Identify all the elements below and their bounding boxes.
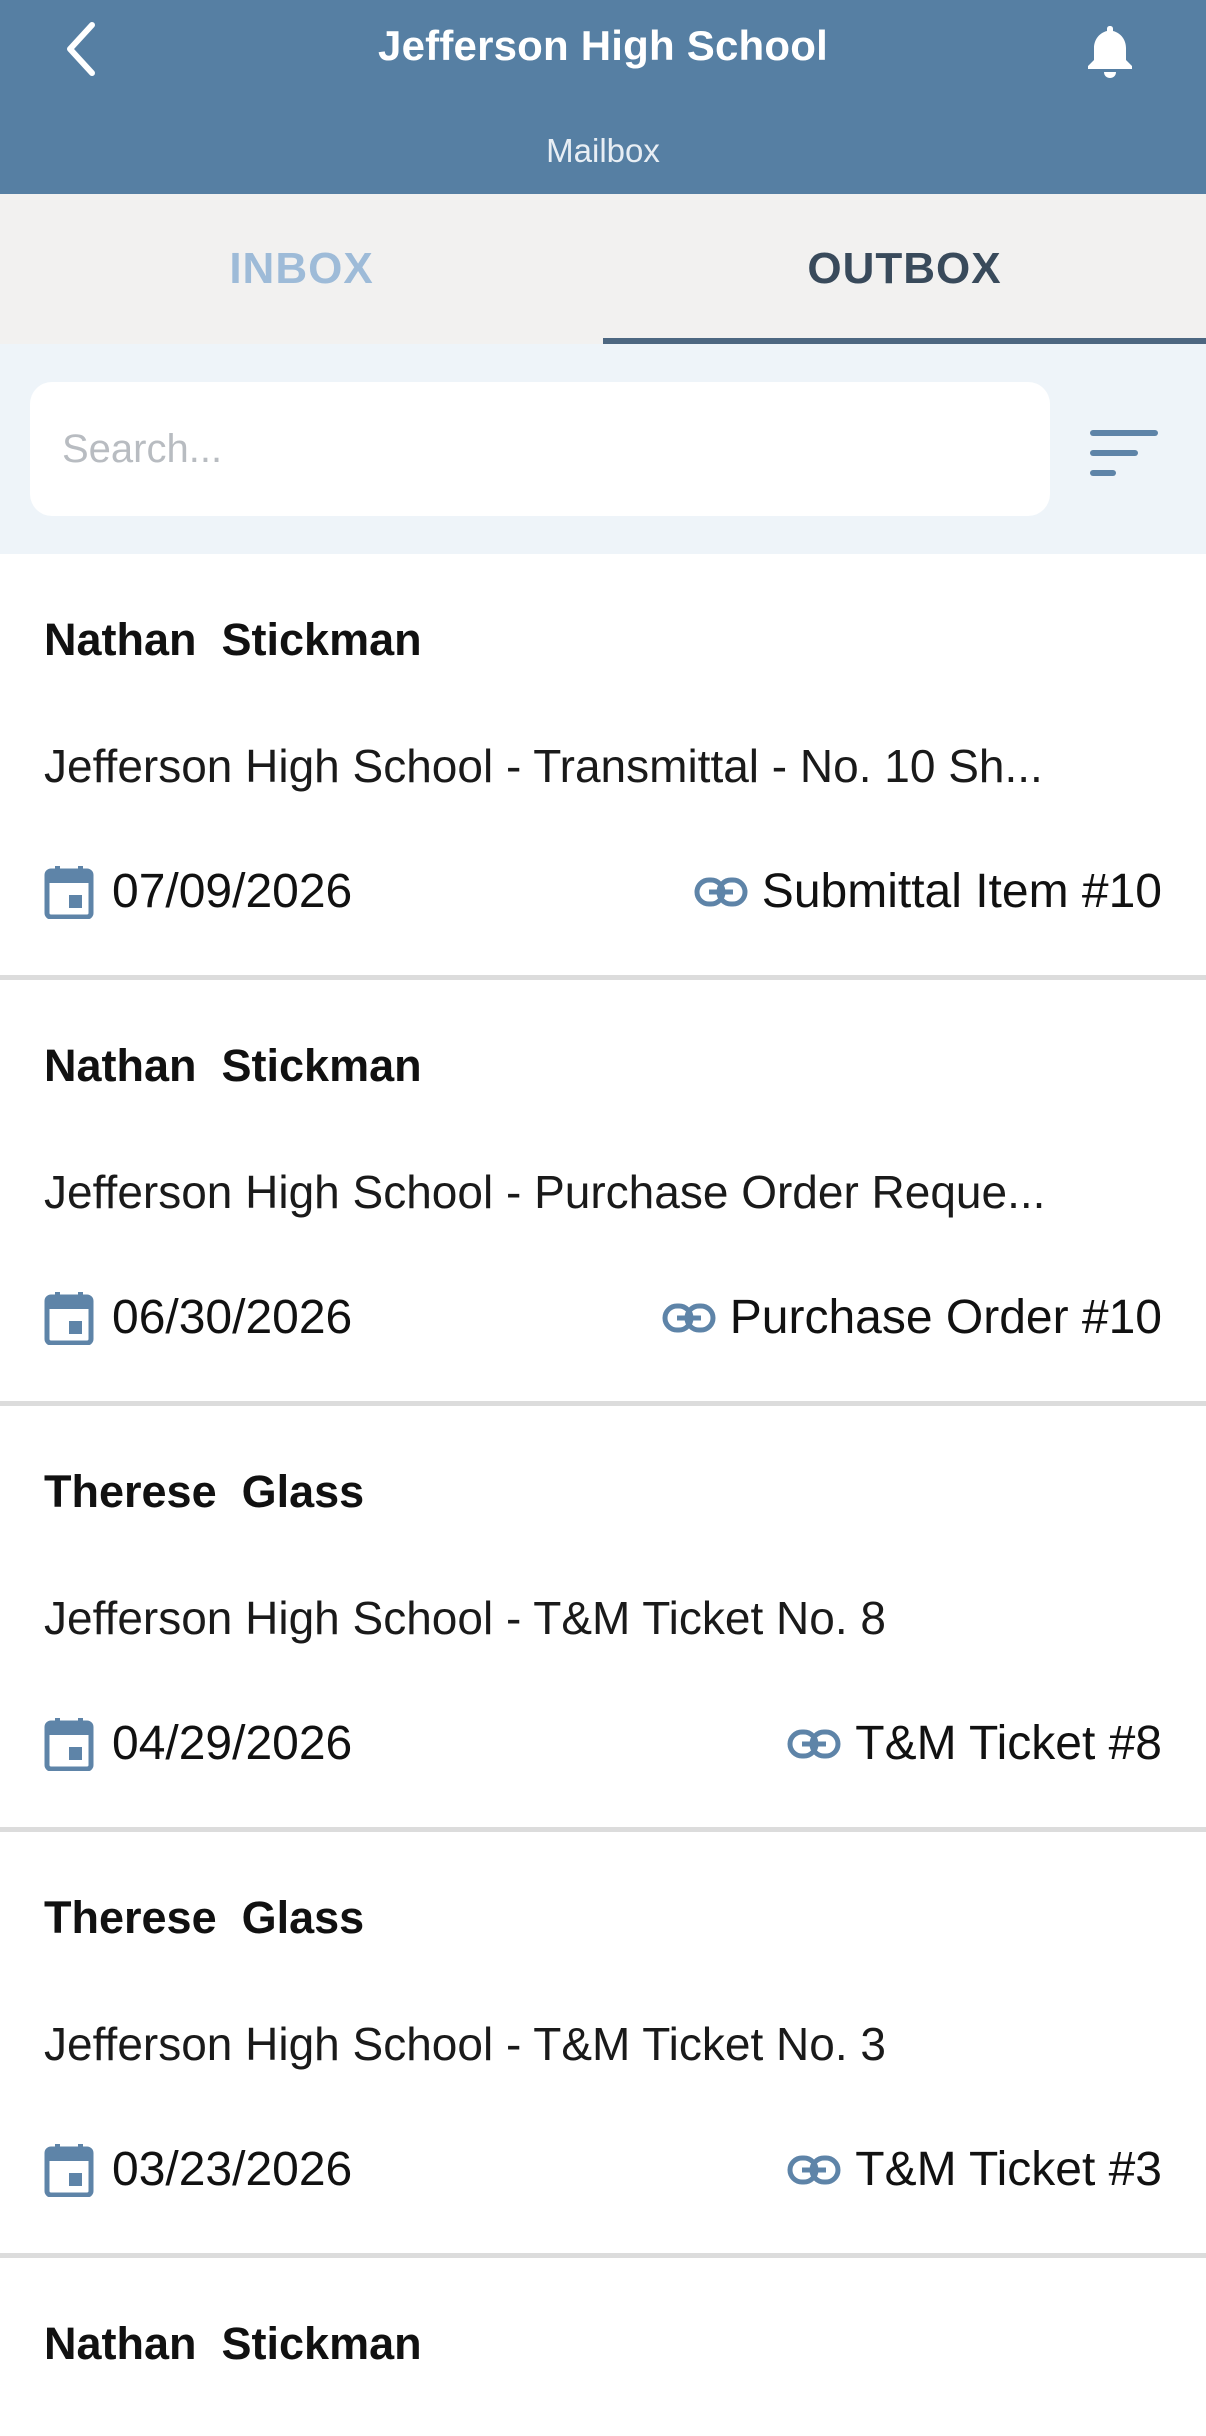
message-date: 07/09/2026	[112, 865, 353, 918]
app-header: Jefferson High School Mailbox	[0, 0, 1206, 194]
link-icon	[787, 2155, 841, 2184]
message-subject: Jefferson High School - T&M Ticket No. 8	[44, 1592, 886, 1644]
link-icon	[787, 1729, 841, 1758]
message-sender: Therese Glass	[44, 1892, 365, 1943]
message-date-group: 06/30/2026	[44, 1290, 352, 1345]
message-reference: Purchase Order #10	[729, 1291, 1162, 1344]
message-reference-group[interactable]: T&M Ticket #8	[787, 1716, 1162, 1771]
message-reference: T&M Ticket #3	[855, 2143, 1162, 2196]
message-reference-group[interactable]: Submittal Item #10	[694, 864, 1162, 919]
bell-icon	[1088, 26, 1132, 78]
message-sender: Nathan Stickman	[44, 2318, 422, 2369]
message-subject: Jefferson High School - T&M Ticket No. 3	[44, 2018, 886, 2070]
calendar-icon	[44, 1717, 94, 1771]
message-date: 03/23/2026	[112, 2143, 353, 2196]
list-item[interactable]: Therese Glass Jefferson High School - T&…	[0, 1406, 1206, 1832]
message-date-group: 07/09/2026	[44, 864, 352, 919]
tab-inbox[interactable]: INBOX	[0, 194, 603, 344]
calendar-icon	[44, 2143, 94, 2197]
message-subject: Jefferson High School - Purchase Order R…	[44, 1166, 1046, 1218]
sort-filter-icon[interactable]	[1086, 424, 1162, 484]
page-subtitle: Mailbox	[546, 132, 660, 169]
message-reference: T&M Ticket #8	[855, 1717, 1162, 1770]
message-date-group: 04/29/2026	[44, 1716, 352, 1771]
message-subject: Jefferson High School - Transmittal - No…	[44, 740, 1043, 792]
message-reference-group[interactable]: T&M Ticket #3	[787, 2142, 1162, 2197]
message-list: Nathan Stickman Jefferson High School - …	[0, 554, 1206, 2418]
list-item[interactable]: Nathan Stickman Jefferson High School - …	[0, 554, 1206, 980]
list-item[interactable]: Nathan Stickman	[0, 2258, 1206, 2418]
tab-outbox[interactable]: OUTBOX	[603, 194, 1206, 344]
page-title: Jefferson High School	[378, 22, 828, 69]
message-sender: Nathan Stickman	[44, 614, 422, 665]
message-reference-group[interactable]: Purchase Order #10	[662, 1290, 1162, 1345]
message-date: 06/30/2026	[112, 1291, 353, 1344]
notifications-button[interactable]	[1080, 16, 1140, 86]
link-icon	[694, 877, 748, 906]
list-item[interactable]: Nathan Stickman Jefferson High School - …	[0, 980, 1206, 1406]
message-sender: Nathan Stickman	[44, 1040, 422, 1091]
link-icon	[662, 1303, 716, 1332]
message-reference: Submittal Item #10	[761, 865, 1162, 918]
list-item[interactable]: Therese Glass Jefferson High School - T&…	[0, 1832, 1206, 2258]
calendar-icon	[44, 1291, 94, 1345]
search-bar	[0, 344, 1206, 554]
mailbox-tabs: INBOX OUTBOX	[0, 194, 1206, 344]
message-sender: Therese Glass	[44, 1466, 365, 1517]
message-date-group: 03/23/2026	[44, 2142, 352, 2197]
calendar-icon	[44, 865, 94, 919]
message-date: 04/29/2026	[112, 1717, 353, 1770]
search-input[interactable]	[30, 382, 1050, 516]
